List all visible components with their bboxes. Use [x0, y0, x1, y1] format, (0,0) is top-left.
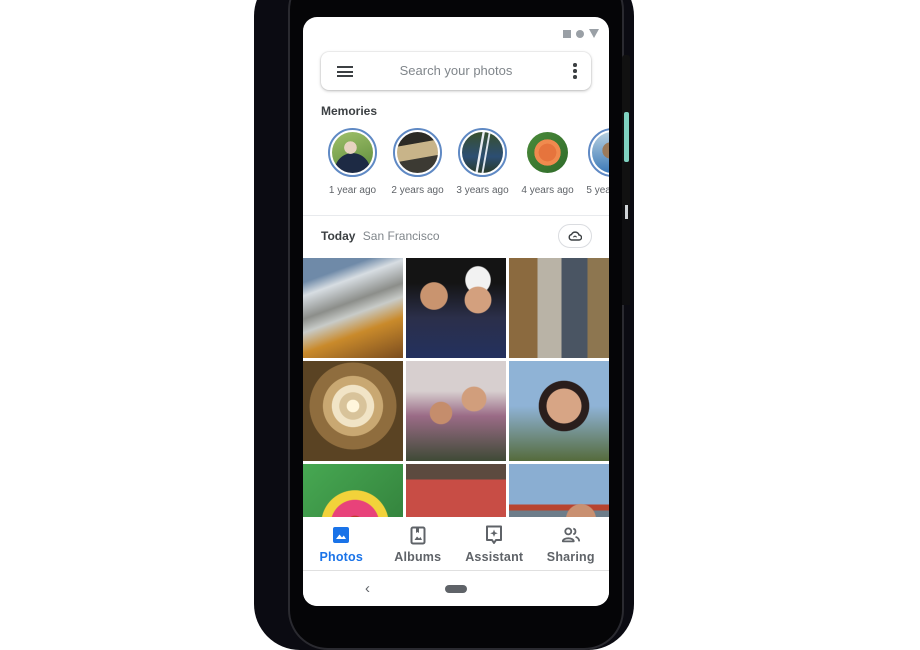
- memory-label: 3 years ago: [456, 185, 509, 196]
- memory-thumbnail: [527, 132, 568, 173]
- nav-label: Assistant: [465, 550, 524, 564]
- search-bar[interactable]: Search your photos: [321, 52, 591, 90]
- memories-heading: Memories: [321, 104, 378, 118]
- memory-item[interactable]: 3 years ago: [456, 128, 509, 196]
- date-location: San Francisco: [362, 229, 440, 243]
- memory-label: 1 year ago: [328, 185, 377, 196]
- date-day: Today: [321, 229, 356, 243]
- phone-side-edge-lower: [622, 205, 630, 305]
- photos-icon: [331, 525, 351, 545]
- nav-label: Sharing: [546, 550, 595, 564]
- assistant-icon: [484, 525, 504, 545]
- nav-tab-albums[interactable]: Albums: [380, 517, 456, 564]
- memories-carousel[interactable]: 1 year ago 2 years ago 3 years ago 4 yea…: [327, 128, 609, 196]
- photo-thumbnail[interactable]: [406, 258, 506, 358]
- memory-item[interactable]: 5 years ago: [586, 128, 609, 196]
- wifi-triangle-icon: [589, 29, 599, 38]
- memory-item[interactable]: 1 year ago: [327, 128, 378, 196]
- memory-ring: [523, 128, 572, 177]
- memory-item[interactable]: 2 years ago: [391, 128, 444, 196]
- home-pill-icon[interactable]: [445, 585, 467, 593]
- cloud-sync-icon: [568, 231, 582, 241]
- stop-square-icon: [563, 29, 571, 38]
- memory-label: 4 years ago: [521, 185, 574, 196]
- photo-thumbnail[interactable]: [406, 361, 506, 461]
- nav-label: Photos: [319, 550, 364, 564]
- bottom-navigation: Photos Albums Assistant Sharing: [303, 517, 609, 571]
- phone-screen: Search your photos Memories 1 year ago 2…: [303, 17, 609, 606]
- memory-ring: [588, 128, 609, 177]
- memory-thumbnail: [397, 132, 438, 173]
- photo-thumbnail[interactable]: [303, 361, 403, 461]
- nav-tab-photos[interactable]: Photos: [303, 517, 379, 564]
- photo-thumbnail[interactable]: [509, 361, 609, 461]
- memory-ring: [458, 128, 507, 177]
- section-divider: [303, 215, 609, 216]
- record-circle-icon: [576, 29, 584, 38]
- memory-item[interactable]: 4 years ago: [521, 128, 574, 196]
- nav-label: Albums: [394, 550, 442, 564]
- memory-thumbnail: [462, 132, 503, 173]
- more-vertical-icon[interactable]: [573, 63, 577, 79]
- memory-thumbnail: [332, 132, 373, 173]
- nav-tab-sharing[interactable]: Sharing: [533, 517, 609, 564]
- nav-tab-assistant[interactable]: Assistant: [456, 517, 532, 564]
- volume-button: [625, 205, 628, 219]
- system-navigation-bar: ‹: [303, 571, 609, 606]
- date-header: Today San Francisco: [321, 229, 440, 243]
- memory-ring: [393, 128, 442, 177]
- search-input[interactable]: Search your photos: [321, 63, 591, 78]
- memory-label: 5 years ago: [586, 185, 609, 196]
- sharing-icon: [561, 525, 581, 545]
- power-button: [624, 112, 629, 162]
- back-chevron-icon[interactable]: ‹: [365, 580, 370, 597]
- albums-icon: [408, 525, 428, 545]
- cloud-sync-button[interactable]: [558, 224, 592, 248]
- memory-ring: [328, 128, 377, 177]
- photo-thumbnail[interactable]: [509, 258, 609, 358]
- memory-thumbnail: [592, 132, 609, 173]
- memory-label: 2 years ago: [391, 185, 444, 196]
- photo-thumbnail[interactable]: [303, 258, 403, 358]
- status-bar: [563, 29, 599, 38]
